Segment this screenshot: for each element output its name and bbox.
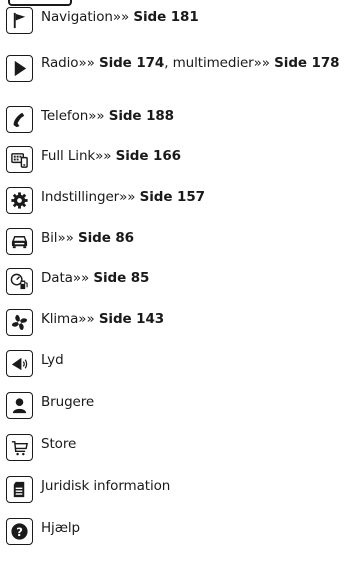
page-reference[interactable]: Side 157 bbox=[140, 189, 205, 205]
flag-icon bbox=[6, 7, 33, 34]
menu-item-text: Brugere bbox=[41, 394, 95, 410]
menu-item-text: Bil»» Side 86 bbox=[41, 230, 134, 246]
menu-item-text: Data»» Side 85 bbox=[41, 270, 150, 286]
help-icon: ? bbox=[6, 518, 33, 545]
page-reference[interactable]: Side 143 bbox=[99, 311, 164, 327]
menu-item-text: Klima»» Side 143 bbox=[41, 311, 165, 327]
svg-text:?: ? bbox=[16, 525, 23, 539]
menu-item-text: Navigation»» Side 181 bbox=[41, 9, 199, 25]
phone-icon bbox=[6, 106, 33, 133]
page-reference[interactable]: Side 166 bbox=[116, 148, 181, 164]
play-icon bbox=[6, 55, 33, 82]
menu-item-text: Lyd bbox=[41, 352, 64, 368]
menu-item-text: Radio»» Side 174, multimedier»» Side 178 bbox=[41, 55, 340, 71]
page-reference[interactable]: Side 85 bbox=[93, 270, 149, 286]
speaker-icon bbox=[6, 350, 33, 377]
menu-item-text: Full Link»» Side 166 bbox=[41, 148, 181, 164]
user-icon bbox=[6, 392, 33, 419]
menu-item-text: Store bbox=[41, 436, 77, 452]
cart-icon bbox=[6, 434, 33, 461]
page-reference[interactable]: Side 188 bbox=[109, 108, 174, 124]
page-reference[interactable]: Side 181 bbox=[133, 9, 198, 25]
document-icon bbox=[6, 476, 33, 503]
gear-icon bbox=[6, 187, 33, 214]
menu-item-text: Hjælp bbox=[41, 520, 80, 536]
fuel-data-icon bbox=[6, 268, 33, 295]
car-icon bbox=[6, 228, 33, 255]
cropped-top-element bbox=[8, 0, 72, 6]
page-reference[interactable]: Side 174 bbox=[99, 55, 164, 71]
menu-item-text: Juridisk information bbox=[41, 478, 171, 494]
page-reference[interactable]: Side 86 bbox=[78, 230, 134, 246]
menu-item-text: Indstillinger»» Side 157 bbox=[41, 189, 205, 205]
full-link-icon bbox=[6, 146, 33, 173]
menu-item-text: Telefon»» Side 188 bbox=[41, 108, 174, 124]
page-reference-2[interactable]: Side 178 bbox=[274, 55, 339, 71]
fan-icon bbox=[6, 309, 33, 336]
